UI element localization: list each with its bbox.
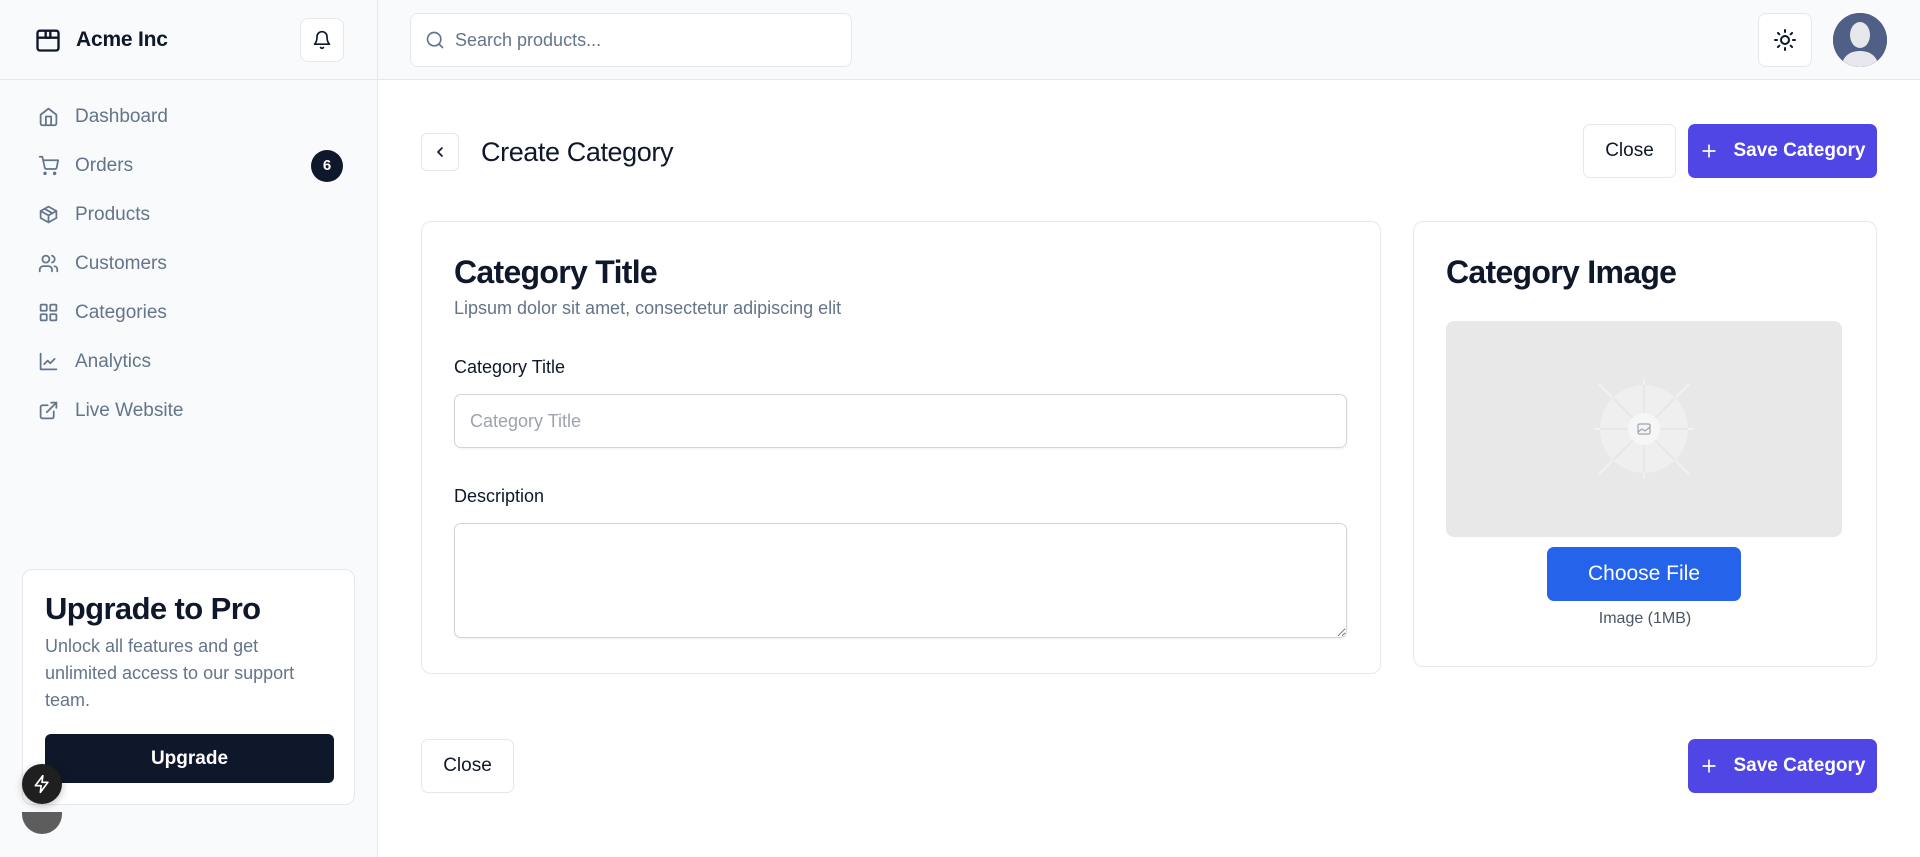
external-link-icon (39, 401, 58, 420)
search-input[interactable] (455, 29, 835, 51)
plus-icon (1702, 144, 1717, 158)
quick-action-button[interactable] (22, 764, 62, 804)
sun-icon (1774, 29, 1796, 51)
grid-icon (39, 303, 58, 322)
back-button[interactable] (421, 133, 459, 171)
upgrade-title: Upgrade to Pro (45, 591, 261, 626)
save-category-label: Save Category (1733, 755, 1866, 776)
category-details-card: Category Title Lipsum dolor sit amet, co… (421, 221, 1381, 674)
card-title: Category Title (454, 254, 658, 290)
sidebar-item-label: Orders (75, 154, 134, 176)
close-button-top[interactable]: Close (1583, 124, 1676, 178)
plus-icon (1702, 759, 1717, 773)
choose-file-button[interactable]: Choose File (1547, 547, 1741, 601)
image-preview-placeholder (1446, 321, 1842, 537)
bell-icon (313, 30, 331, 49)
image-size-hint: Image (1MB) (1598, 610, 1692, 627)
search-box[interactable] (410, 13, 852, 67)
image-card-title: Category Image (1446, 254, 1677, 290)
save-category-button-bottom[interactable]: Save Category (1688, 739, 1877, 793)
sidebar-item-analytics[interactable]: Analytics (26, 337, 343, 386)
topbar (378, 0, 1920, 80)
sidebar-item-products[interactable]: Products (26, 190, 343, 239)
user-avatar[interactable] (1833, 13, 1887, 67)
sidebar-item-orders[interactable]: Orders 6 (26, 141, 343, 190)
sidebar-item-dashboard[interactable]: Dashboard (26, 92, 343, 141)
orders-count-badge: 6 (311, 149, 343, 182)
notifications-button[interactable] (300, 17, 344, 62)
line-chart-icon (39, 352, 58, 371)
title-field-group: Category Title (454, 357, 1348, 448)
search-icon (426, 31, 444, 49)
sidebar: Acme Inc Dashboard Orders 6 Products Cus… (0, 0, 378, 857)
sidebar-item-live-website[interactable]: Live Website (26, 386, 343, 435)
main-content: Create Category Close Save Category Cate… (378, 80, 1920, 857)
save-category-label: Save Category (1733, 140, 1866, 161)
brand-link[interactable]: Acme Inc (34, 26, 300, 54)
category-image-card: Category Image Choose File Image (1MB) (1413, 221, 1877, 667)
sidebar-item-label: Live Website (75, 399, 184, 421)
theme-toggle-button[interactable] (1758, 13, 1812, 67)
sidebar-item-label: Analytics (75, 350, 152, 372)
package-icon (39, 205, 58, 224)
page-title: Create Category (481, 137, 674, 167)
home-icon (39, 107, 58, 127)
upgrade-button[interactable]: Upgrade (45, 734, 334, 784)
brand-name: Acme Inc (76, 27, 168, 51)
chevron-left-icon (437, 147, 443, 157)
sidebar-nav: Dashboard Orders 6 Products Customers Ca… (0, 80, 377, 435)
description-field-group: Description (454, 486, 1348, 643)
category-title-input[interactable] (454, 394, 1347, 448)
sidebar-item-label: Products (75, 203, 150, 225)
package-box-icon (36, 29, 60, 52)
sidebar-item-categories[interactable]: Categories (26, 288, 343, 337)
upgrade-text: Unlock all features and get unlimited ac… (45, 636, 295, 711)
upgrade-card: Upgrade to Pro Unlock all features and g… (22, 569, 355, 805)
save-category-button-top[interactable]: Save Category (1688, 124, 1877, 178)
close-button-bottom[interactable]: Close (421, 739, 514, 793)
cart-icon (38, 155, 59, 176)
sidebar-item-label: Categories (75, 301, 167, 323)
lightning-bolt-icon (34, 774, 49, 794)
users-icon (38, 254, 59, 273)
card-subtitle: Lipsum dolor sit amet, consectetur adipi… (454, 298, 842, 318)
floating-widget-shadow (22, 812, 62, 834)
brand-bar: Acme Inc (0, 0, 377, 80)
description-field-label: Description (454, 486, 545, 506)
sidebar-item-label: Dashboard (75, 105, 168, 127)
description-textarea[interactable] (454, 523, 1347, 638)
sidebar-item-label: Customers (75, 252, 167, 274)
title-field-label: Category Title (454, 357, 566, 377)
user-silhouette-icon (1833, 13, 1887, 67)
sidebar-item-customers[interactable]: Customers (26, 239, 343, 288)
image-placeholder-icon (1594, 379, 1694, 479)
